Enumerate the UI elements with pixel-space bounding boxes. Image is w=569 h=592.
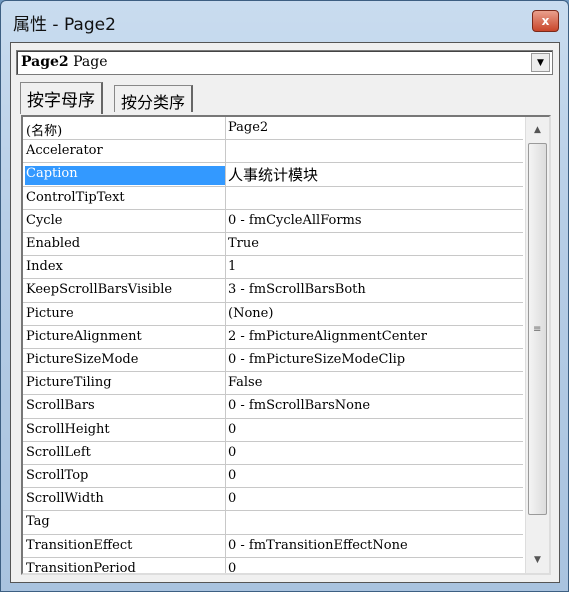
property-row[interactable]: Cycle 0 - fmCycleAllForms [23, 209, 523, 233]
property-name[interactable]: Cycle [25, 213, 225, 232]
property-name[interactable]: (名称) [25, 120, 225, 139]
property-value[interactable]: 0 - fmScrollBarsNone [228, 398, 370, 413]
property-name[interactable]: ScrollHeight [25, 422, 225, 441]
property-value[interactable]: True [228, 236, 259, 251]
column-divider[interactable] [225, 488, 226, 511]
property-value[interactable]: (None) [228, 306, 273, 321]
column-divider[interactable] [225, 209, 226, 232]
property-name[interactable]: TransitionPeriod [25, 561, 225, 573]
property-name[interactable]: PictureAlignment [25, 329, 225, 348]
vertical-scrollbar[interactable]: ▲ ≡ ▼ [525, 117, 549, 573]
column-divider[interactable] [225, 395, 226, 418]
property-row[interactable]: ScrollLeft 0 [23, 441, 523, 465]
column-divider[interactable] [225, 302, 226, 325]
properties-window: 属性 - Page2 x Page2 Page ▼ 按字母序 按分类序 (名称)… [0, 0, 569, 592]
property-row[interactable]: TransitionEffect 0 - fmTransitionEffectNo… [23, 534, 523, 558]
property-name[interactable]: PictureSizeMode [25, 352, 225, 371]
property-name[interactable]: ControlTipText [25, 190, 225, 209]
column-divider[interactable] [225, 534, 226, 557]
property-row[interactable]: KeepScrollBarsVisible 3 - fmScrollBarsBot… [23, 279, 523, 303]
property-value[interactable]: False [228, 375, 262, 390]
property-row[interactable]: ScrollHeight 0 [23, 418, 523, 442]
column-divider[interactable] [225, 163, 226, 186]
property-name[interactable]: PictureTiling [25, 375, 225, 394]
property-row[interactable]: ScrollTop 0 [23, 465, 523, 489]
property-row[interactable]: Caption 人事统计模块 [23, 163, 523, 187]
column-divider[interactable] [225, 117, 226, 140]
column-divider[interactable] [225, 279, 226, 302]
property-name[interactable]: Caption [25, 166, 225, 186]
scroll-down-icon[interactable]: ▼ [528, 550, 547, 570]
property-value[interactable]: 人事统计模块 [228, 164, 318, 185]
grip-icon: ≡ [533, 324, 542, 335]
chevron-down-icon[interactable]: ▼ [531, 53, 550, 72]
column-divider[interactable] [225, 233, 226, 256]
property-value[interactable]: 0 - fmCycleAllForms [228, 213, 362, 228]
property-row[interactable]: ScrollWidth 0 [23, 488, 523, 512]
column-divider[interactable] [225, 441, 226, 464]
property-row[interactable]: Picture (None) [23, 302, 523, 326]
property-value[interactable]: 0 - fmPictureSizeModeClip [228, 352, 405, 367]
property-value[interactable]: 0 [228, 422, 236, 437]
property-value[interactable]: 2 - fmPictureAlignmentCenter [228, 329, 427, 344]
property-value[interactable]: 0 [228, 445, 236, 460]
property-row[interactable]: ControlTipText [23, 186, 523, 210]
property-name[interactable]: ScrollWidth [25, 491, 225, 510]
property-value[interactable]: 0 [228, 468, 236, 483]
property-value[interactable]: 1 [228, 259, 236, 274]
property-name[interactable]: Picture [25, 306, 225, 325]
column-divider[interactable] [225, 511, 226, 534]
object-type: Page [73, 54, 108, 70]
column-divider[interactable] [225, 557, 226, 573]
property-value[interactable]: 0 [228, 561, 236, 573]
close-button[interactable]: x [532, 10, 559, 32]
column-divider[interactable] [225, 372, 226, 395]
window-title: 属性 - Page2 [13, 15, 116, 35]
object-name: Page2 [21, 54, 69, 70]
property-grid: (名称) Page2 Accelerator Caption 人事统计模块 Control… [21, 115, 551, 575]
column-divider[interactable] [225, 256, 226, 279]
column-divider[interactable] [225, 418, 226, 441]
property-row[interactable]: PictureTiling False [23, 372, 523, 396]
scrollbar-thumb[interactable]: ≡ [528, 143, 547, 515]
property-row[interactable]: Tag [23, 511, 523, 535]
property-value[interactable]: 0 - fmTransitionEffectNone [228, 538, 408, 553]
property-row[interactable]: Accelerator [23, 140, 523, 164]
property-row[interactable]: (名称) Page2 [23, 117, 523, 141]
property-name[interactable]: ScrollTop [25, 468, 225, 487]
property-name[interactable]: Accelerator [25, 143, 225, 162]
column-divider[interactable] [225, 465, 226, 488]
property-name[interactable]: ScrollBars [25, 398, 225, 417]
column-divider[interactable] [225, 186, 226, 209]
property-value[interactable]: 3 - fmScrollBarsBoth [228, 282, 366, 297]
property-name[interactable]: Tag [25, 514, 225, 533]
property-name[interactable]: TransitionEffect [25, 538, 225, 557]
property-value[interactable]: 0 [228, 491, 236, 506]
property-row[interactable]: PictureAlignment 2 - fmPictureAlignmentCe… [23, 325, 523, 349]
object-selector[interactable]: Page2 Page ▼ [16, 50, 553, 75]
properties-panel: Page2 Page ▼ 按字母序 按分类序 (名称) Page2 Accelera… [10, 42, 560, 583]
tab-categorized[interactable]: 按分类序 [114, 85, 194, 112]
property-row[interactable]: TransitionPeriod 0 [23, 557, 523, 573]
column-divider[interactable] [225, 349, 226, 372]
column-divider[interactable] [225, 325, 226, 348]
property-row[interactable]: PictureSizeMode 0 - fmPictureSizeModeClip [23, 349, 523, 373]
property-name[interactable]: KeepScrollBarsVisible [25, 282, 225, 301]
tab-alphabetic[interactable]: 按字母序 [20, 82, 103, 114]
property-row[interactable]: Enabled True [23, 233, 523, 257]
column-divider[interactable] [225, 140, 226, 163]
property-value[interactable]: Page2 [228, 120, 268, 135]
property-row[interactable]: Index 1 [23, 256, 523, 280]
scroll-up-icon[interactable]: ▲ [528, 120, 547, 140]
property-name[interactable]: ScrollLeft [25, 445, 225, 464]
property-name[interactable]: Enabled [25, 236, 225, 255]
property-row[interactable]: ScrollBars 0 - fmScrollBarsNone [23, 395, 523, 419]
property-name[interactable]: Index [25, 259, 225, 278]
